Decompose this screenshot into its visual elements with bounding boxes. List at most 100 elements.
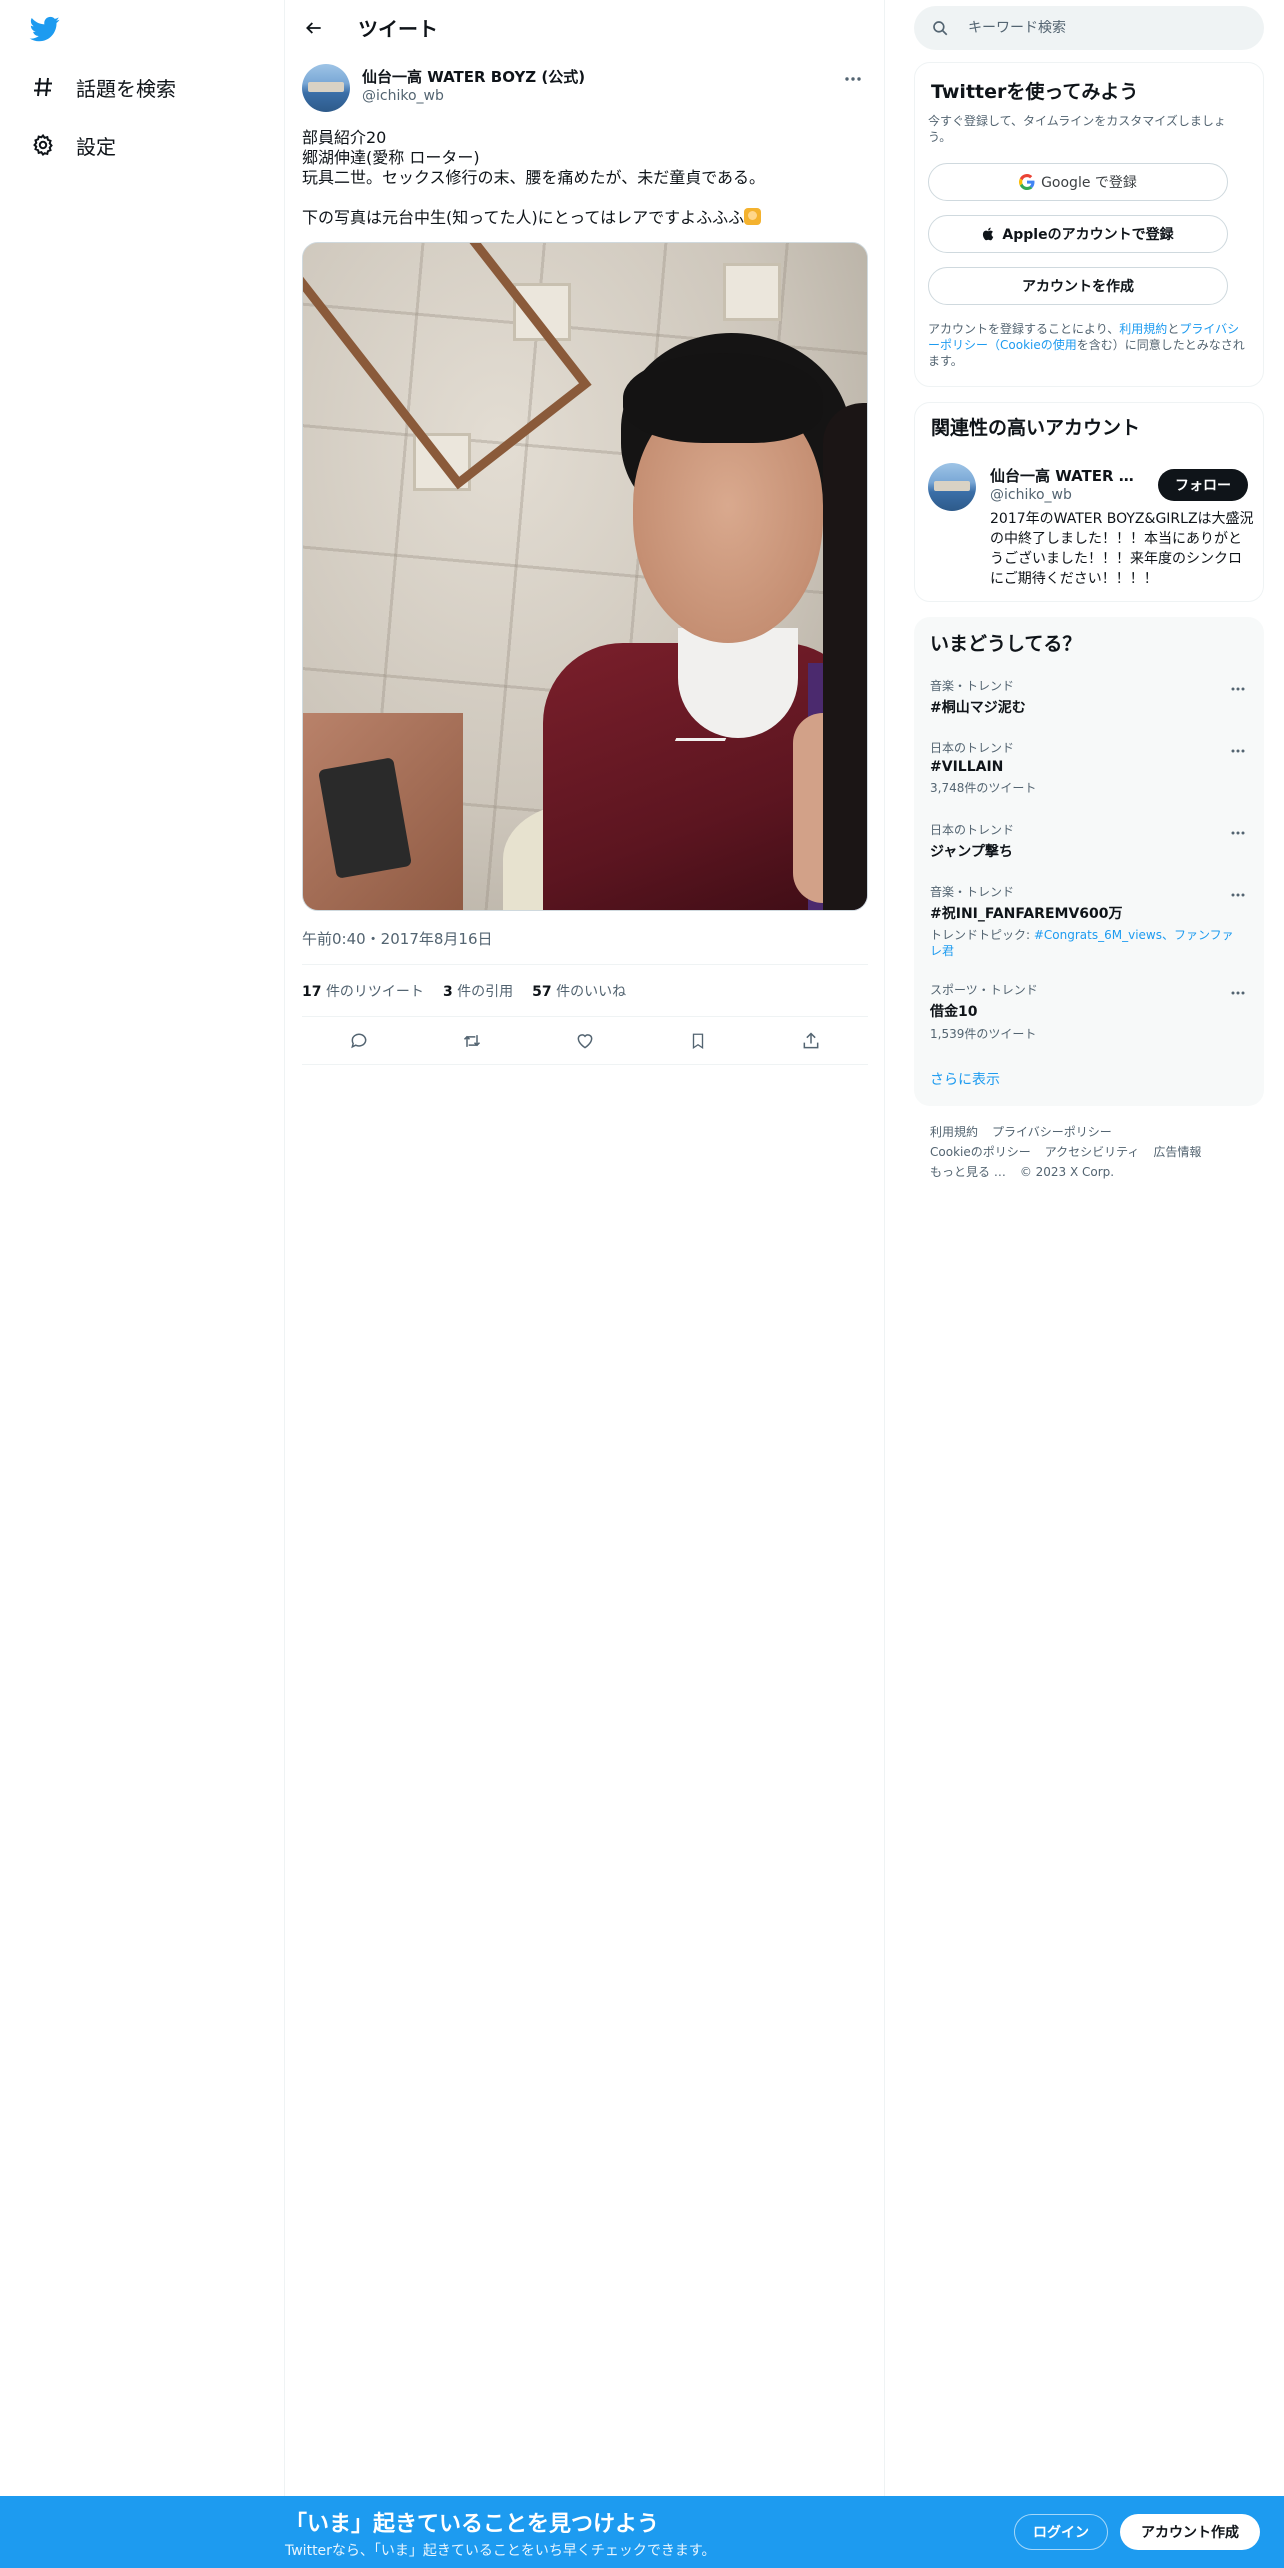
copyright: © 2023 X Corp. bbox=[1019, 1165, 1115, 1179]
trend-item[interactable]: スポーツ・トレンド 借金10 1,539件のツイート bbox=[930, 981, 1248, 1042]
page-title: ツイート bbox=[358, 17, 438, 41]
tweet-author: 仙台一高 WATER BOYZ (公式) @ichiko_wb bbox=[302, 64, 868, 114]
related-account-name[interactable]: 仙台一高 WATER BOYZ (公式) bbox=[990, 465, 1140, 486]
create-account-label: アカウントを作成 bbox=[1022, 279, 1134, 295]
footer-link[interactable]: 利用規約 bbox=[930, 1125, 978, 1139]
terms-link[interactable]: 利用規約 bbox=[1119, 322, 1167, 336]
trend-count: 1,539件のツイート bbox=[930, 1027, 1037, 1041]
trend-name: ジャンプ撃ち bbox=[930, 844, 1013, 860]
apple-icon bbox=[982, 226, 996, 242]
related-account-handle[interactable]: @ichiko_wb bbox=[990, 487, 1072, 503]
share-button[interactable] bbox=[792, 1022, 830, 1060]
main-column: ツイート 仙台一高 WATER BOYZ (公式) @ichiko_wb 部員紹… bbox=[285, 0, 885, 2496]
signup-button[interactable]: アカウント作成 bbox=[1120, 2514, 1260, 2550]
main-header: ツイート bbox=[285, 0, 885, 54]
footer-link[interactable]: プライバシーポリシー bbox=[992, 1125, 1112, 1139]
back-button[interactable] bbox=[297, 11, 331, 45]
trend-category: 音楽・トレンド bbox=[930, 885, 1015, 899]
banner-subtitle: Twitterなら、「いま」起きていることをいち早くチェックできます。 bbox=[285, 2543, 716, 2559]
quotes-count: 3 bbox=[442, 984, 453, 1000]
retweet-icon bbox=[463, 1035, 480, 1047]
trend-item[interactable]: 日本のトレンド #VILLAIN 3,748件のツイート bbox=[930, 739, 1248, 796]
more-dots-icon[interactable] bbox=[1226, 679, 1250, 699]
retweets-label: 件のリツイート bbox=[325, 984, 424, 1000]
login-button[interactable]: ログイン bbox=[1014, 2514, 1108, 2550]
nav-item-explore[interactable]: 話題を検索 bbox=[28, 67, 176, 107]
trend-category: 日本のトレンド bbox=[930, 823, 1015, 837]
footer-links: 利用規約 プライバシーポリシー Cookieのポリシー アクセシビリティ 広告情報 も… bbox=[930, 1122, 1250, 1182]
banner-title: 「いま」起きていることを見つけよう bbox=[285, 2512, 660, 2537]
trend-item[interactable]: 日本のトレンド ジャンプ撃ち bbox=[930, 821, 1248, 861]
more-dots-icon[interactable] bbox=[1226, 741, 1250, 761]
footer-link[interactable]: Cookieのポリシー bbox=[930, 1145, 1031, 1159]
more-dots-icon bbox=[845, 77, 861, 81]
signup-banner: 「いま」起きていることを見つけよう Twitterなら、「いま」起きていることを… bbox=[0, 2496, 1284, 2568]
related-account-bio: 2017年のWATER BOYZ&GIRLZは大盛況の中終了しました！！！本当に… bbox=[990, 511, 1254, 587]
emoji-icon bbox=[744, 208, 762, 225]
left-nav: 話題を検索 設定 bbox=[0, 0, 285, 2496]
tweet-timestamp[interactable]: 午前0:40・2017年8月16日 bbox=[302, 928, 493, 949]
heart-icon bbox=[577, 1034, 593, 1049]
show-more-link[interactable]: さらに表示 bbox=[930, 1069, 1000, 1089]
quotes-stat[interactable]: 3 件の引用 bbox=[443, 981, 513, 1001]
divider bbox=[302, 964, 868, 965]
more-dots-icon[interactable] bbox=[1226, 823, 1250, 843]
footer-link[interactable]: もっと見る … bbox=[930, 1165, 1006, 1179]
follow-button[interactable]: フォロー bbox=[1158, 469, 1248, 501]
google-icon bbox=[1019, 174, 1035, 190]
trend-count: 3,748件のツイート bbox=[930, 781, 1037, 795]
trend-topic-prefix: トレンドトピック: bbox=[930, 928, 1034, 942]
trend-topic: トレンドトピック: #Congrats_6M_views、ファンファレ君 bbox=[930, 927, 1245, 959]
tweet-text-line-2: 下の写真は元台中生(知ってた人)にとってはレアですよふふふ bbox=[302, 208, 745, 227]
retweets-count: 17 bbox=[302, 984, 322, 1000]
trend-item[interactable]: 音楽・トレンド #祝INI_FANFAREMV600万 トレンドトピック: #C… bbox=[930, 883, 1248, 959]
avatar[interactable] bbox=[302, 64, 350, 112]
reply-button[interactable] bbox=[340, 1022, 378, 1060]
share-icon bbox=[803, 1032, 819, 1049]
footer-link[interactable]: アクセシビリティ bbox=[1045, 1145, 1140, 1159]
twitter-bird-icon[interactable] bbox=[28, 14, 62, 44]
related-title: 関連性の高いアカウント bbox=[931, 417, 1141, 439]
google-signup-label: Google で登録 bbox=[1041, 175, 1137, 191]
likes-stat[interactable]: 57 件のいいね bbox=[532, 981, 626, 1001]
related-accounts-card: 関連性の高いアカウント 仙台一高 WATER BOYZ (公式) @ichiko… bbox=[914, 402, 1264, 602]
google-signup-button[interactable]: Google で登録 bbox=[928, 163, 1228, 201]
trends-title: いまどうしてる？ bbox=[930, 633, 1082, 655]
avatar[interactable] bbox=[928, 463, 976, 511]
tweet-stats: 17 件のリツイート 3 件の引用 57 件のいいね bbox=[302, 981, 626, 1001]
like-button[interactable] bbox=[566, 1022, 604, 1060]
legal-and: と bbox=[1167, 322, 1180, 336]
more-dots-icon[interactable] bbox=[1226, 983, 1250, 1003]
nav-settings-label: 設定 bbox=[76, 134, 116, 159]
author-handle[interactable]: @ichiko_wb bbox=[362, 88, 444, 104]
hashtag-icon bbox=[28, 72, 58, 102]
trend-name: 借金10 bbox=[930, 1004, 978, 1020]
search-input[interactable] bbox=[968, 20, 1248, 36]
more-options-button[interactable] bbox=[838, 64, 868, 94]
more-dots-icon[interactable] bbox=[1226, 885, 1250, 905]
search-icon bbox=[930, 18, 950, 38]
retweets-stat[interactable]: 17 件のリツイート bbox=[302, 981, 424, 1001]
trend-item[interactable]: 音楽・トレンド #桐山マジ泥む bbox=[930, 677, 1248, 717]
author-name[interactable]: 仙台一高 WATER BOYZ (公式) bbox=[362, 66, 585, 87]
create-account-button[interactable]: アカウントを作成 bbox=[928, 267, 1228, 305]
bookmark-icon bbox=[692, 1033, 704, 1050]
tweet-photo[interactable] bbox=[302, 242, 868, 911]
nav-explore-label: 話題を検索 bbox=[76, 76, 176, 101]
trend-category: スポーツ・トレンド bbox=[930, 983, 1038, 997]
tweet-text: 部員紹介20 郷湖伸達(愛称 ローター) 玩具二世。セックス修行の末、腰を痛めた… bbox=[302, 128, 868, 228]
trend-name: #VILLAIN bbox=[930, 759, 1004, 775]
nav-item-settings[interactable]: 設定 bbox=[28, 125, 116, 165]
footer-link[interactable]: 広告情報 bbox=[1153, 1145, 1201, 1159]
trend-name: #桐山マジ泥む bbox=[930, 700, 1026, 716]
retweet-button[interactable] bbox=[453, 1022, 491, 1060]
signup-card: Twitterを使ってみよう 今すぐ登録して、タイムラインをカスタマイズしましょ… bbox=[914, 62, 1264, 387]
bookmark-button[interactable] bbox=[679, 1022, 717, 1060]
search-bar[interactable] bbox=[914, 6, 1264, 50]
tweet-text-paragraph-1: 部員紹介20 郷湖伸達(愛称 ローター) 玩具二世。セックス修行の末、腰を痛めた… bbox=[302, 128, 766, 187]
quotes-label: 件の引用 bbox=[457, 984, 514, 1000]
likes-count: 57 bbox=[532, 984, 552, 1000]
apple-signup-button[interactable]: Appleのアカウントで登録 bbox=[928, 215, 1228, 253]
trends-card: いまどうしてる？ 音楽・トレンド #桐山マジ泥む 日本のトレンド #VILLAI… bbox=[914, 617, 1264, 1106]
trend-name: #祝INI_FANFAREMV600万 bbox=[930, 906, 1123, 922]
